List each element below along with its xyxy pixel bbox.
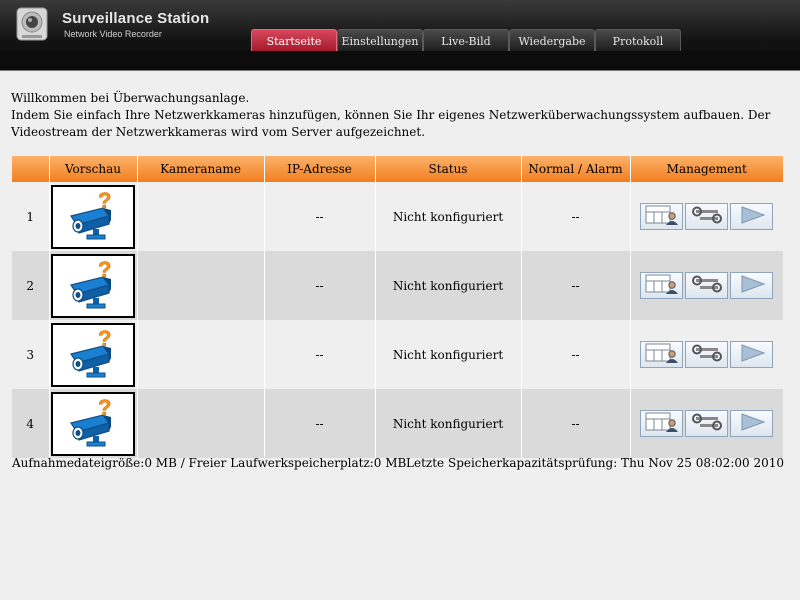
tab-live-bild[interactable]: Live-Bild	[423, 29, 509, 51]
camera-settings-button[interactable]	[685, 341, 729, 368]
management-cell	[630, 389, 783, 458]
preview-cell: ?	[49, 389, 138, 458]
header-band	[0, 50, 800, 71]
camera-preview[interactable]: ?	[51, 391, 135, 456]
unknown-camera-icon: ?	[67, 187, 119, 247]
last-check-info: Letzte Speicherkapazitätsprüfung: Thu No…	[406, 456, 784, 470]
col-status-header: Status	[375, 156, 522, 182]
play-button[interactable]	[730, 272, 774, 299]
alarm-cell: --	[521, 251, 631, 320]
row-number: 1	[12, 182, 50, 251]
col-kameraname-header: Kameraname	[137, 156, 265, 182]
live-view-button[interactable]	[640, 341, 684, 368]
settings-wrench-icon	[690, 274, 724, 297]
management-cell	[630, 182, 783, 251]
tab-einstellungen[interactable]: Einstellungen	[337, 29, 423, 51]
preview-cell: ?	[49, 320, 138, 389]
settings-wrench-icon	[690, 412, 724, 435]
svg-text:?: ?	[98, 261, 111, 282]
settings-wrench-icon	[690, 343, 724, 366]
col-ip-header: IP-Adresse	[264, 156, 376, 182]
app-subtitle: Network Video Recorder	[64, 29, 162, 39]
camera-settings-button[interactable]	[685, 410, 729, 437]
camera-logo-icon	[16, 7, 48, 41]
col-vorschau-header: Vorschau	[49, 156, 138, 182]
camera-view-icon	[645, 204, 679, 229]
svg-text:?: ?	[98, 192, 111, 213]
play-icon	[737, 205, 767, 228]
status-cell: Nicht konfiguriert	[375, 251, 522, 320]
camera-name-cell	[137, 182, 265, 251]
camera-view-icon	[645, 342, 679, 367]
camera-preview[interactable]: ?	[51, 184, 135, 249]
app-title: Surveillance Station	[62, 10, 210, 27]
camera-settings-button[interactable]	[685, 272, 729, 299]
management-cell	[630, 320, 783, 389]
description-text: Indem Sie einfach Ihre Netzwerkkameras h…	[11, 108, 771, 139]
intro-text: Willkommen bei Überwachungsanlage. Indem…	[11, 90, 791, 141]
camera-table: Vorschau Kameraname IP-Adresse Status No…	[12, 156, 783, 458]
alarm-cell: --	[521, 389, 631, 458]
camera-name-cell	[137, 389, 265, 458]
table-row: 4? -- Nicht konfiguriert --	[12, 389, 783, 458]
ip-address-cell: --	[264, 182, 376, 251]
svg-text:?: ?	[98, 330, 111, 351]
camera-preview[interactable]: ?	[51, 253, 135, 318]
camera-name-cell	[137, 320, 265, 389]
settings-wrench-icon	[690, 205, 724, 228]
play-icon	[737, 343, 767, 366]
preview-cell: ?	[49, 182, 138, 251]
unknown-camera-icon: ?	[67, 256, 119, 316]
ip-address-cell: --	[264, 320, 376, 389]
unknown-camera-icon: ?	[67, 325, 119, 385]
row-number: 4	[12, 389, 50, 458]
unknown-camera-icon: ?	[67, 394, 119, 454]
status-cell: Nicht konfiguriert	[375, 182, 522, 251]
col-number-header	[12, 156, 50, 182]
camera-view-icon	[645, 273, 679, 298]
preview-cell: ?	[49, 251, 138, 320]
table-header-row: Vorschau Kameraname IP-Adresse Status No…	[12, 156, 783, 182]
camera-name-cell	[137, 251, 265, 320]
tab-startseite[interactable]: Startseite	[251, 29, 337, 51]
ip-address-cell: --	[264, 389, 376, 458]
tab-wiedergabe[interactable]: Wiedergabe	[509, 29, 595, 51]
status-cell: Nicht konfiguriert	[375, 320, 522, 389]
app-header: Surveillance Station Network Video Recor…	[0, 0, 800, 71]
col-management-header: Management	[630, 156, 783, 182]
camera-view-icon	[645, 411, 679, 436]
live-view-button[interactable]	[640, 203, 684, 230]
play-button[interactable]	[730, 341, 774, 368]
storage-info: Aufnahmedateigröße:0 MB / Freier Laufwer…	[12, 456, 407, 470]
play-icon	[737, 274, 767, 297]
camera-table-wrap: Vorschau Kameraname IP-Adresse Status No…	[12, 156, 783, 458]
svg-text:?: ?	[98, 399, 111, 420]
play-icon	[737, 412, 767, 435]
play-button[interactable]	[730, 203, 774, 230]
play-button[interactable]	[730, 410, 774, 437]
row-number: 3	[12, 320, 50, 389]
camera-settings-button[interactable]	[685, 203, 729, 230]
welcome-line: Willkommen bei Überwachungsanlage.	[11, 91, 250, 105]
management-cell	[630, 251, 783, 320]
table-row: 2? -- Nicht konfiguriert --	[12, 251, 783, 320]
table-row: 3? -- Nicht konfiguriert --	[12, 320, 783, 389]
alarm-cell: --	[521, 182, 631, 251]
camera-preview[interactable]: ?	[51, 322, 135, 387]
row-number: 2	[12, 251, 50, 320]
live-view-button[interactable]	[640, 272, 684, 299]
status-cell: Nicht konfiguriert	[375, 389, 522, 458]
live-view-button[interactable]	[640, 410, 684, 437]
table-row: 1? -- Nicht konfiguriert --	[12, 182, 783, 251]
alarm-cell: --	[521, 320, 631, 389]
tab-protokoll[interactable]: Protokoll	[595, 29, 681, 51]
col-alarm-header: Normal / Alarm	[521, 156, 631, 182]
ip-address-cell: --	[264, 251, 376, 320]
